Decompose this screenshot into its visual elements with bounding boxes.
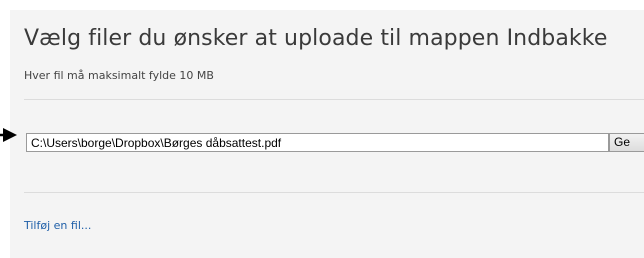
add-file-link[interactable]: Tilføj en fil... bbox=[24, 219, 91, 232]
file-size-note: Hver fil må maksimalt fylde 10 MB bbox=[24, 69, 214, 82]
divider-bottom bbox=[24, 192, 644, 193]
browse-button[interactable]: Ge bbox=[609, 133, 644, 152]
dialog-title: Vælg filer du ønsker at uploade til mapp… bbox=[24, 26, 608, 51]
file-path-field[interactable]: C:\Users\borge\Dropbox\Børges dåbsattest… bbox=[26, 133, 609, 152]
arrow-pointer-icon bbox=[0, 128, 17, 142]
file-input[interactable]: C:\Users\borge\Dropbox\Børges dåbsattest… bbox=[26, 133, 644, 154]
divider-top bbox=[24, 99, 644, 100]
upload-panel: Vælg filer du ønsker at uploade til mapp… bbox=[10, 10, 644, 258]
